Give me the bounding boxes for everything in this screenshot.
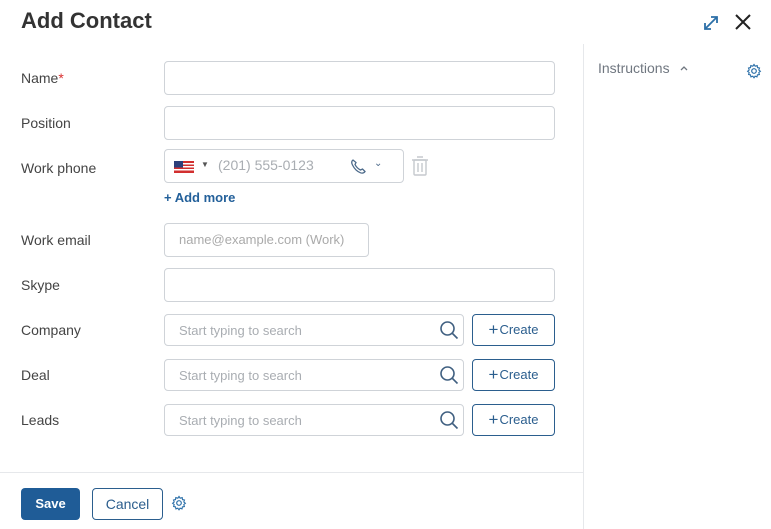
page-title: Add Contact — [21, 8, 152, 33]
skype-label: Skype — [21, 277, 60, 293]
close-icon[interactable] — [732, 11, 754, 33]
cancel-button[interactable]: Cancel — [92, 488, 163, 520]
deal-search-input[interactable]: Start typing to search — [164, 359, 464, 391]
plus-icon: + — [488, 410, 499, 429]
search-icon[interactable] — [439, 320, 459, 340]
leads-create-button[interactable]: +Create — [472, 404, 555, 436]
position-input[interactable] — [164, 106, 555, 140]
company-create-button[interactable]: +Create — [472, 314, 555, 346]
phone-icon — [351, 159, 366, 174]
search-icon[interactable] — [439, 410, 459, 430]
skype-input[interactable] — [164, 268, 555, 302]
work-phone-placeholder: (201) 555-0123 — [218, 157, 314, 173]
company-label: Company — [21, 322, 81, 338]
work-phone-label: Work phone — [21, 160, 97, 176]
deal-label: Deal — [21, 367, 50, 383]
required-mark: * — [58, 70, 64, 86]
leads-label: Leads — [21, 412, 60, 428]
work-email-input[interactable]: name@example.com (Work) — [164, 223, 369, 257]
leads-search-input[interactable]: Start typing to search — [164, 404, 464, 436]
phone-type-dropdown-icon[interactable]: ⌄ — [374, 158, 382, 169]
chevron-up-icon[interactable] — [679, 64, 689, 72]
search-icon[interactable] — [439, 365, 459, 385]
plus-icon: + — [488, 320, 499, 339]
trash-icon[interactable] — [410, 155, 430, 177]
save-button[interactable]: Save — [21, 488, 80, 520]
us-flag-icon[interactable] — [174, 161, 194, 173]
company-search-input[interactable]: Start typing to search — [164, 314, 464, 346]
gear-icon[interactable] — [171, 495, 187, 511]
footer-divider — [0, 472, 583, 473]
panel-divider — [583, 44, 584, 529]
work-phone-input[interactable]: ▼ (201) 555-0123 ⌄ — [164, 149, 404, 183]
name-label: Name* — [21, 70, 64, 86]
plus-icon: + — [488, 365, 499, 384]
position-label: Position — [21, 115, 71, 131]
add-more-link[interactable]: + Add more — [164, 190, 235, 205]
company-search-placeholder: Start typing to search — [179, 323, 302, 338]
deal-create-button[interactable]: +Create — [472, 359, 555, 391]
deal-search-placeholder: Start typing to search — [179, 368, 302, 383]
country-dropdown-icon[interactable]: ▼ — [201, 160, 209, 169]
leads-search-placeholder: Start typing to search — [179, 413, 302, 428]
work-email-label: Work email — [21, 232, 91, 248]
name-input[interactable] — [164, 61, 555, 95]
gear-icon[interactable] — [746, 63, 762, 79]
instructions-toggle[interactable]: Instructions — [598, 60, 670, 76]
expand-icon[interactable] — [700, 12, 722, 34]
